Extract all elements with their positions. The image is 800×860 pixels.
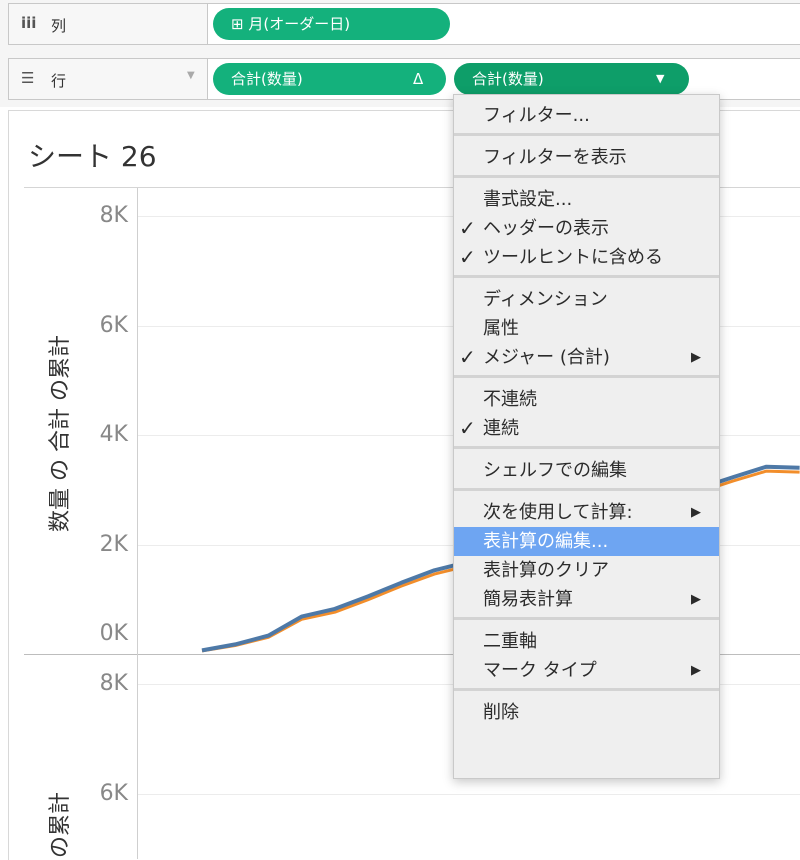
menu-item[interactable]: 書式設定... [454,185,719,214]
menu-item-label: ヘッダーの表示 [483,218,609,239]
menu-item-label: 二重軸 [483,631,537,652]
menu-item-label: ツールヒントに含める [483,247,663,268]
menu-item-label: フィルターを表示 [483,147,627,168]
menu-item-label: シェルフでの編集 [483,460,627,481]
checkmark-icon: ✓ [459,216,476,240]
menu-item[interactable]: シェルフでの編集 [454,456,719,485]
menu-item[interactable]: 簡易表計算 ▶ [454,585,719,614]
submenu-arrow-icon: ▶ [691,350,701,365]
menu-item[interactable]: 表計算の編集... [454,527,719,556]
menu-item[interactable]: ✓ メジャー (合計) ▶ [454,343,719,372]
menu-item[interactable]: 不連続 [454,385,719,414]
menu-separator [454,688,719,691]
menu-item-label: メジャー (合計) [483,347,610,368]
menu-item[interactable]: 次を使用して計算: ▶ [454,498,719,527]
menu-item-label: ディメンション [483,289,608,310]
menu-item[interactable]: 表計算のクリア [454,556,719,585]
checkmark-icon: ✓ [459,245,476,269]
menu-item-label: 表計算の編集... [483,531,609,552]
menu-item-label: フィルター... [483,105,590,126]
menu-item[interactable]: フィルターを表示 [454,143,719,172]
menu-separator [454,446,719,449]
menu-item-label: 不連続 [483,389,537,410]
checkmark-icon: ✓ [459,416,476,440]
submenu-arrow-icon: ▶ [691,663,701,678]
menu-item-label: 書式設定... [483,189,573,210]
menu-item[interactable]: ✓ ヘッダーの表示 [454,214,719,243]
menu-item-label: 属性 [483,318,519,339]
menu-separator [454,375,719,378]
menu-separator [454,488,719,491]
checkmark-icon: ✓ [459,345,476,369]
menu-separator [454,617,719,620]
menu-separator [454,275,719,278]
menu-item-label: 次を使用して計算: [483,502,633,523]
menu-item[interactable]: 二重軸 [454,627,719,656]
menu-item-label: 表計算のクリア [483,560,609,581]
menu-item-label: 連続 [483,418,519,439]
menu-item[interactable]: ✓ ツールヒントに含める [454,243,719,272]
submenu-arrow-icon: ▶ [691,592,701,607]
menu-separator [454,133,719,136]
menu-item-label: マーク タイプ [483,660,597,681]
menu-item[interactable]: ✓ 連続 [454,414,719,443]
submenu-arrow-icon: ▶ [691,505,701,520]
pill-context-menu: フィルター... フィルターを表示 書式設定... ✓ ヘッダーの表示 ✓ ツールヒントに含… [453,94,720,779]
menu-item[interactable]: マーク タイプ ▶ [454,656,719,685]
menu-separator [454,175,719,178]
menu-item[interactable]: ディメンション [454,285,719,314]
menu-item-label: 簡易表計算 [483,589,573,610]
menu-item[interactable]: 削除 [454,698,719,727]
menu-item[interactable]: フィルター... [454,101,719,130]
menu-item-label: 削除 [483,702,519,723]
menu-item[interactable]: 属性 [454,314,719,343]
